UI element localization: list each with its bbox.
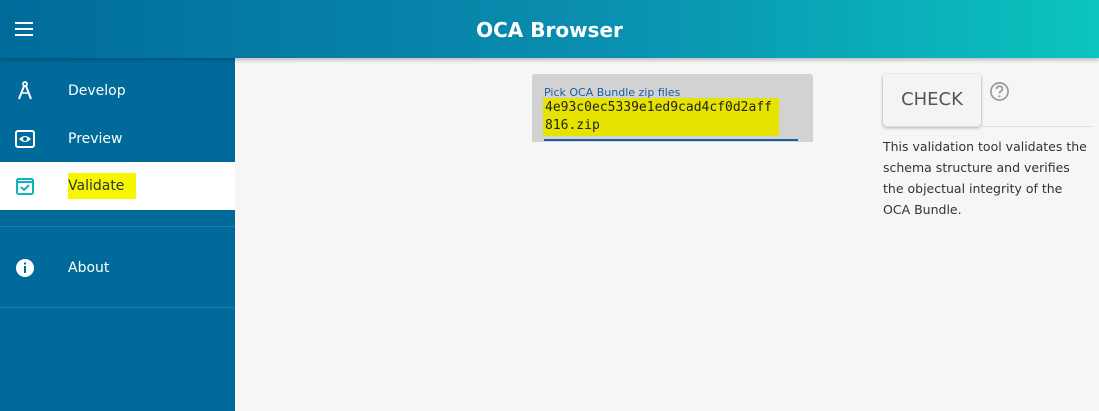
validation-description: This validation tool validates the schem… — [883, 139, 1087, 217]
check-box-icon — [16, 178, 34, 195]
file-input-value: 4e93c0ec5339e1ed9cad4cf0d2aff816.zip — [543, 98, 779, 136]
check-button[interactable]: CHECK — [883, 74, 981, 126]
sidebar: Develop Preview Validate About — [0, 58, 235, 411]
app-bar: OCA Browser — [0, 0, 1099, 58]
app-title: OCA Browser — [476, 18, 623, 42]
sidebar-item-preview[interactable]: Preview — [0, 115, 235, 163]
eye-icon — [15, 130, 35, 148]
sidebar-divider — [0, 307, 235, 308]
help-circle-icon[interactable] — [989, 81, 1010, 102]
sidebar-item-label: Validate — [68, 173, 137, 199]
sidebar-item-develop[interactable]: Develop — [0, 67, 235, 115]
sidebar-item-label: About — [68, 260, 110, 276]
file-input-underline — [544, 139, 798, 141]
sidebar-item-validate[interactable]: Validate — [0, 162, 235, 210]
sidebar-item-label: Develop — [68, 83, 126, 99]
compass-icon — [18, 81, 32, 100]
bundle-file-input[interactable]: Pick OCA Bundle zip files 4e93c0ec5339e1… — [532, 74, 813, 142]
info-divider — [883, 126, 1093, 127]
sidebar-divider — [0, 226, 235, 227]
info-icon — [16, 259, 34, 277]
sidebar-item-label: Preview — [68, 131, 123, 147]
sidebar-item-about[interactable]: About — [0, 244, 235, 292]
